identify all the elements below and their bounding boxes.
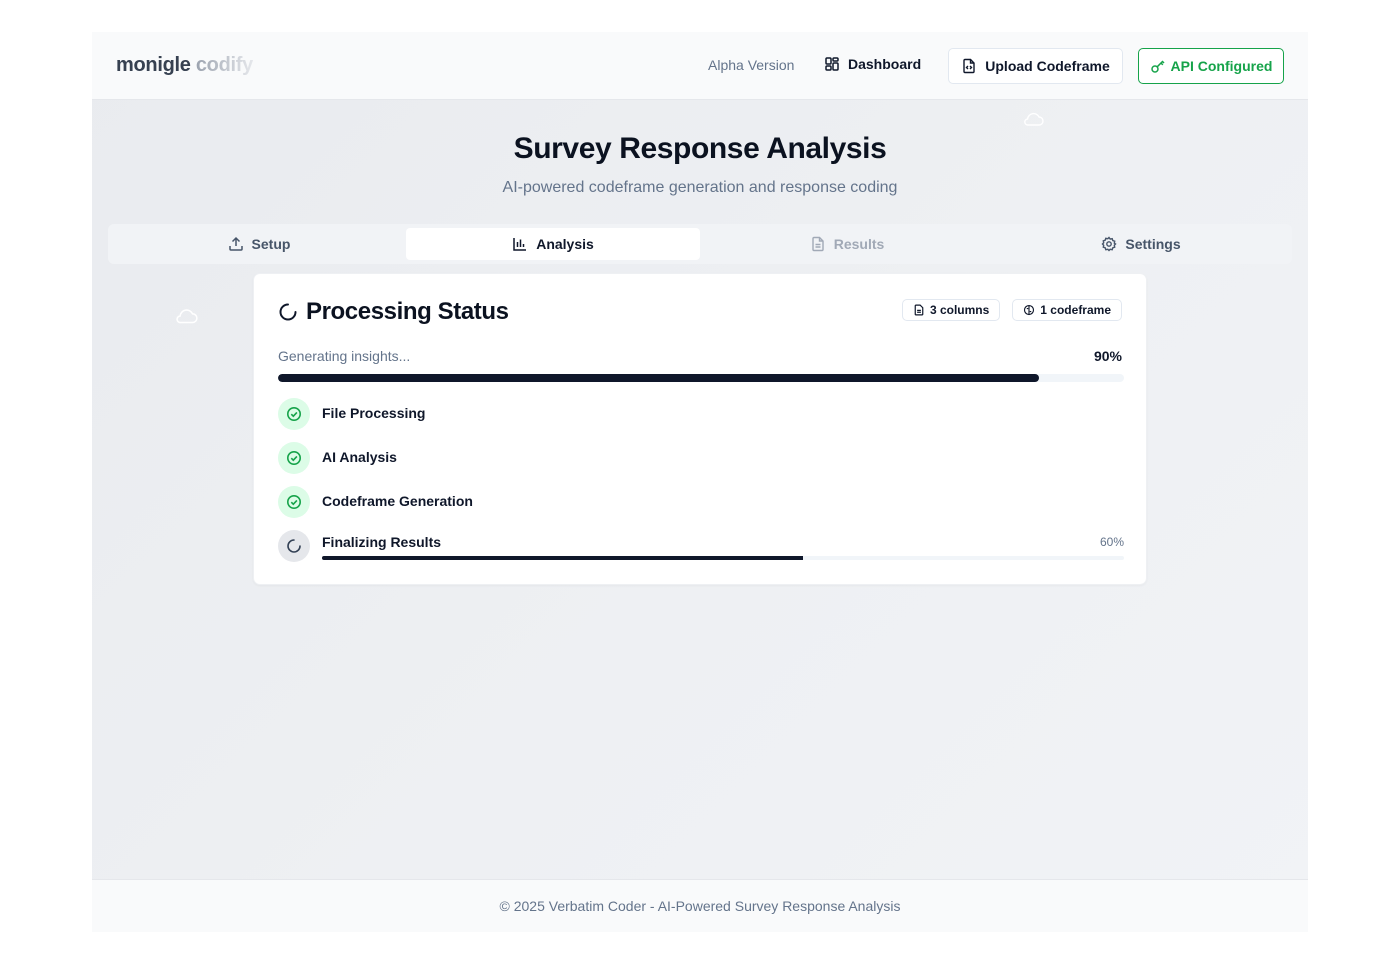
check-circle-icon	[278, 398, 310, 430]
api-configured-button[interactable]: API Configured	[1138, 48, 1284, 84]
dashboard-link[interactable]: Dashboard	[824, 56, 921, 72]
step-ai-analysis: AI Analysis	[278, 442, 1124, 474]
logo-secondary-text: codify	[195, 54, 253, 76]
page-subtitle: AI-powered codeframe generation and resp…	[502, 179, 898, 196]
tab-results-label: Results	[833, 236, 885, 252]
tab-setup-label: Setup	[251, 236, 291, 252]
file-code-icon	[963, 58, 975, 74]
version-label: Alpha Version	[708, 57, 795, 73]
app-frame: monigle codify Alpha Version Dashboard U…	[92, 32, 1308, 932]
main-tabs: Setup Analysis Results Settings	[108, 224, 1292, 264]
card-title: Processing Status	[306, 298, 509, 325]
upload-codeframe-label: Upload Codeframe	[985, 58, 1110, 74]
status-badges: 3 columns 1 codeframe	[901, 299, 1122, 321]
step-label: Finalizing Results	[322, 534, 442, 550]
tab-analysis-label: Analysis	[536, 236, 594, 252]
codeframe-badge-label: 1 codeframe	[1040, 303, 1111, 317]
columns-badge: 3 columns	[901, 299, 1001, 321]
dashboard-label: Dashboard	[848, 56, 922, 72]
columns-badge-label: 3 columns	[929, 303, 990, 317]
processing-status-card: Processing Status 3 columns 1 codeframe …	[253, 273, 1147, 585]
step-codeframe-generation: Codeframe Generation	[278, 486, 1124, 518]
tab-settings-label: Settings	[1125, 236, 1181, 252]
spinner-icon	[279, 303, 297, 321]
spinner-icon	[278, 530, 310, 562]
overall-progress-bar	[278, 374, 1124, 382]
overall-progress-percent: 90%	[1093, 348, 1122, 364]
tab-settings[interactable]: Settings	[994, 228, 1288, 260]
step-file-processing: File Processing	[278, 398, 1124, 430]
gear-icon	[1101, 236, 1117, 252]
brain-icon	[1024, 304, 1035, 316]
check-circle-icon	[278, 442, 310, 474]
bar-chart-icon	[513, 238, 527, 251]
step-progress-bar	[322, 556, 1124, 560]
page-title: Survey Response Analysis	[513, 132, 887, 165]
card-header: Processing Status	[278, 298, 509, 326]
tab-results[interactable]: Results	[700, 228, 994, 260]
codeframe-badge: 1 codeframe	[1012, 299, 1122, 321]
step-finalizing-results: Finalizing Results 60%	[278, 530, 1124, 562]
overall-progress-fill	[278, 374, 1040, 382]
upload-icon	[228, 236, 243, 251]
cloud-decoration-icon	[1024, 112, 1044, 126]
file-text-icon	[812, 236, 824, 252]
api-configured-label: API Configured	[1170, 58, 1273, 74]
tab-setup[interactable]: Setup	[112, 228, 406, 260]
step-label: File Processing	[322, 405, 426, 421]
step-progress-percent: 60%	[1099, 535, 1124, 549]
page-footer: © 2025 Verbatim Coder - AI-Powered Surve…	[92, 879, 1308, 932]
file-icon	[914, 304, 924, 316]
key-icon	[1150, 60, 1165, 73]
upload-codeframe-button[interactable]: Upload Codeframe	[948, 48, 1123, 84]
cloud-decoration-icon	[176, 309, 198, 324]
tab-analysis[interactable]: Analysis	[406, 228, 700, 260]
step-progress-fill	[322, 556, 804, 560]
top-navigation-bar: monigle codify Alpha Version Dashboard U…	[92, 32, 1308, 100]
app-logo[interactable]: monigle codify	[116, 54, 253, 77]
step-label: AI Analysis	[322, 449, 397, 465]
step-label: Codeframe Generation	[322, 493, 473, 509]
dashboard-icon	[825, 57, 839, 71]
logo-primary-text: monigle	[116, 54, 191, 76]
overall-progress-label: Generating insights...	[278, 348, 411, 364]
check-circle-icon	[278, 486, 310, 518]
